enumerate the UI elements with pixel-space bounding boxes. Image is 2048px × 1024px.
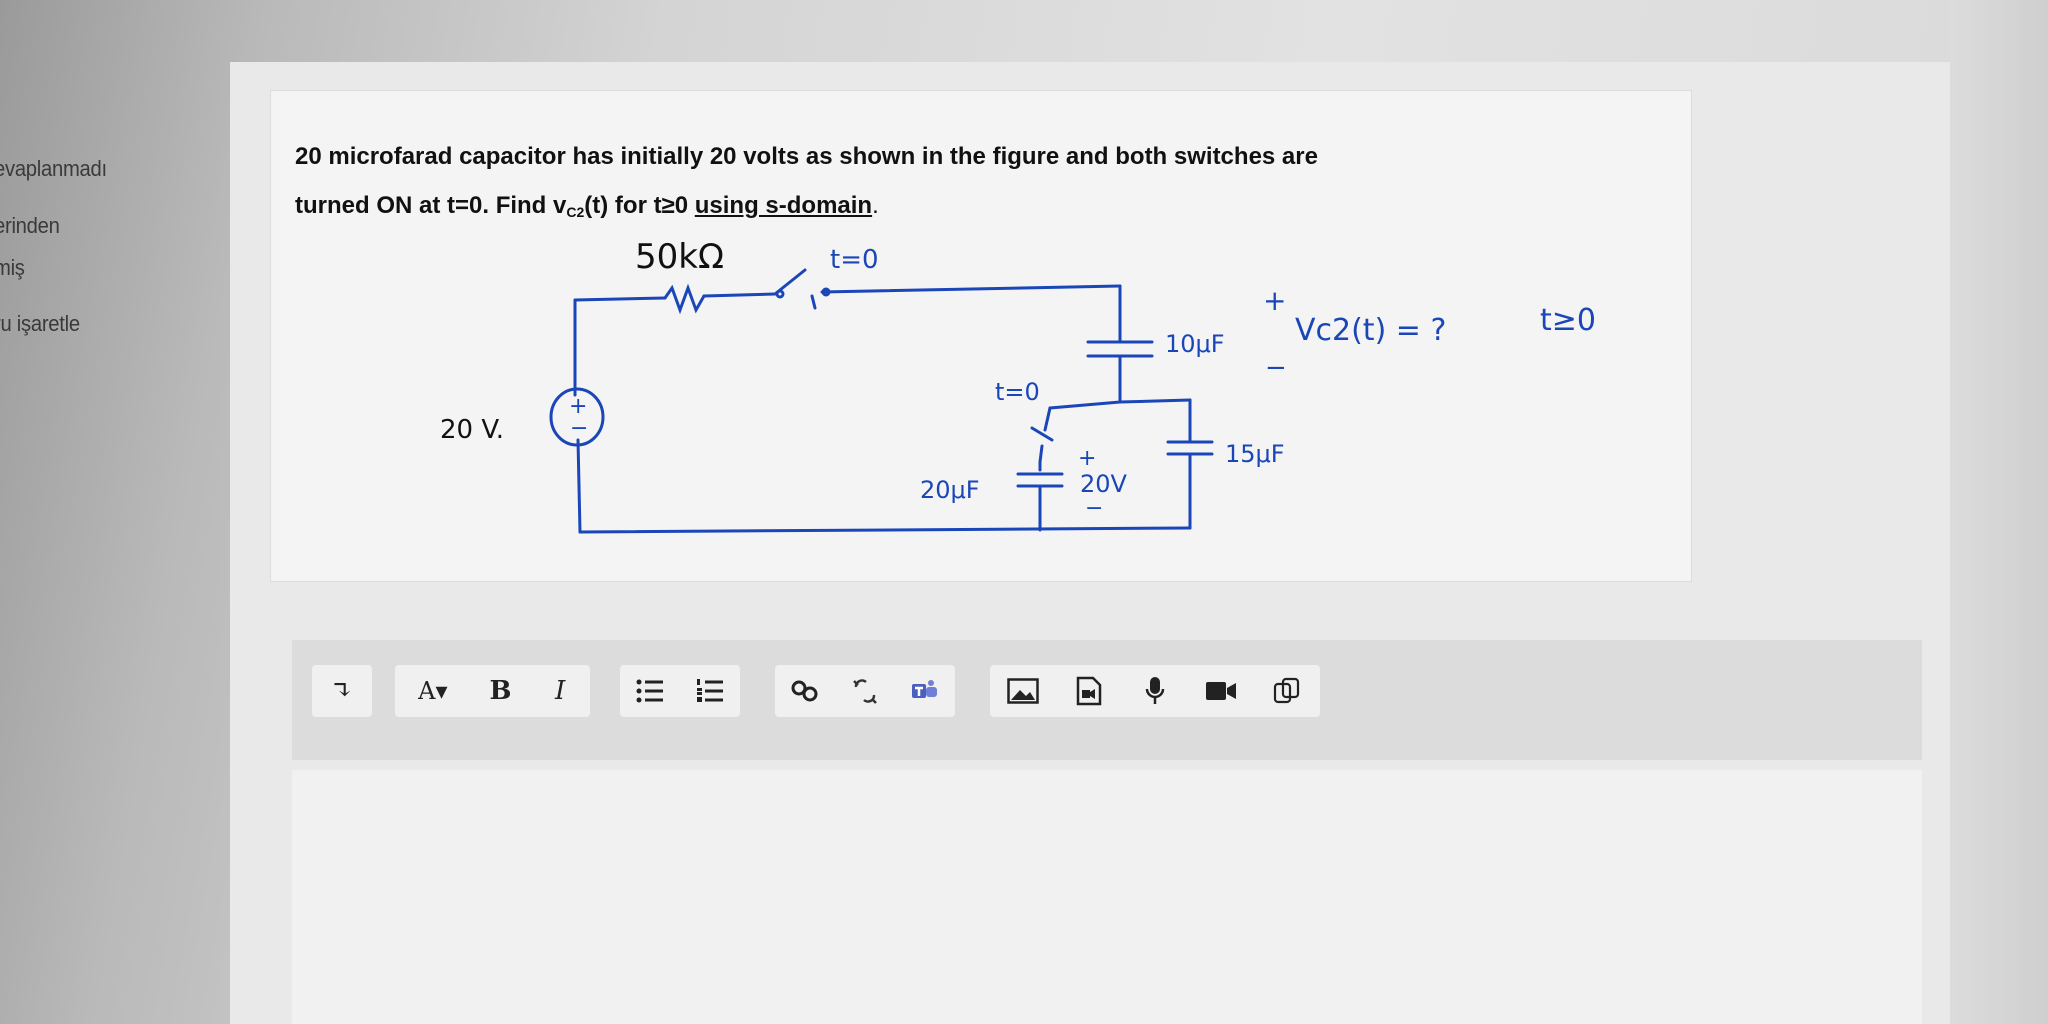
question-line-2: turned ON at t=0. Find vC2(t) for t≥0 us… <box>295 192 879 220</box>
capacitor-15uF-symbol <box>1166 398 1214 530</box>
teams-icon <box>912 680 937 698</box>
source-label: 20 V. <box>440 415 504 445</box>
switch-1-label: t=0 <box>830 245 879 275</box>
unordered-list-button[interactable] <box>630 671 670 711</box>
time-condition: t≥0 <box>1540 303 1596 338</box>
numbered-list-icon <box>697 679 723 702</box>
microphone-icon <box>1145 677 1165 704</box>
question-line-1: 20 microfarad capacitor has initially 20… <box>295 143 1318 170</box>
capacitor-20uF-voltage: 20V <box>1080 470 1128 498</box>
wire-junction <box>1048 398 1192 410</box>
sidebar-item-unanswered[interactable]: evaplanmadı <box>0 156 107 182</box>
ordered-list-button[interactable] <box>690 671 730 711</box>
vc2-expression: Vc2(t) = ? <box>1295 313 1446 348</box>
unlink-button[interactable] <box>845 671 885 711</box>
insert-media-button[interactable] <box>1069 671 1109 711</box>
circuit-figure: 50kΩ t=0 10μF + − Vc2(t) = ? t≥0 t=0 20 … <box>440 237 1596 534</box>
insert-link-button[interactable] <box>785 671 825 711</box>
capacitor-10uF-label: 10μF <box>1165 330 1225 358</box>
toolbar-group-media <box>990 665 1320 717</box>
page-edge <box>1950 0 2048 1024</box>
wire-left-bottom <box>576 438 582 534</box>
source-minus-sign: − <box>570 416 588 441</box>
bold-button[interactable]: B <box>480 671 520 711</box>
capacitor-20uF-label: 20μF <box>920 476 980 504</box>
resistor-label: 50kΩ <box>635 237 724 277</box>
question-emphasis: using s-domain <box>694 192 873 219</box>
wire-bottom <box>578 526 1192 534</box>
image-icon <box>1007 678 1039 704</box>
unlink-icon <box>853 679 877 704</box>
capacitor-20uF-plus: + <box>1078 446 1096 471</box>
italic-button[interactable]: I <box>540 671 580 711</box>
question-line-2-prefix: turned ON at t=0. Find v <box>295 192 567 219</box>
question-subscript: C2 <box>566 204 585 220</box>
expand-toolbar-button[interactable]: ↴ <box>322 671 362 711</box>
question-line-2-mid: (t) for t≥0 <box>584 192 695 219</box>
capacitor-15uF-label: 15μF <box>1225 440 1285 468</box>
copy-icon <box>1273 677 1300 704</box>
toolbar-group-expand: ↴ <box>312 665 372 717</box>
sidebar-item-flag-question[interactable]: ru işaretle <box>0 311 80 337</box>
video-camera-icon <box>1206 682 1236 700</box>
record-video-button[interactable] <box>1201 671 1241 711</box>
teams-meeting-button[interactable] <box>905 671 945 711</box>
toolbar-group-format: A▾ B I <box>395 665 590 717</box>
copy-paste-button[interactable] <box>1267 671 1307 711</box>
answer-editor-area[interactable] <box>292 770 1922 1024</box>
sidebar-item-status[interactable]: miş <box>0 255 25 281</box>
insert-image-button[interactable] <box>1003 671 1043 711</box>
question-line-2-end: . <box>872 192 879 219</box>
wire-top-left <box>573 296 667 302</box>
capacitor-20uF-minus: − <box>1085 496 1103 521</box>
switch-1-contact <box>775 289 785 299</box>
sidebar-item-points[interactable]: erinden <box>0 213 60 239</box>
vc2-minus-sign: − <box>1265 353 1287 383</box>
font-style-button[interactable]: A▾ <box>405 671 461 711</box>
capacitor-20uF-symbol <box>1016 460 1064 532</box>
capacitor-10uF-symbol <box>1086 340 1154 358</box>
toolbar-group-lists <box>620 665 740 717</box>
resistor-symbol <box>663 283 706 315</box>
toolbar-group-links <box>775 665 955 717</box>
media-file-icon <box>1076 676 1102 706</box>
sidebar: evaplanmadı erinden miş ru işaretle <box>0 0 230 1024</box>
record-audio-button[interactable] <box>1135 671 1175 711</box>
wire-top-mid <box>702 292 777 298</box>
switch-2-label: t=0 <box>995 378 1040 406</box>
bullet-list-icon <box>636 679 663 703</box>
link-icon <box>791 680 818 702</box>
vc2-plus-sign: + <box>1263 284 1286 317</box>
switch-2-symbol <box>1030 406 1054 464</box>
